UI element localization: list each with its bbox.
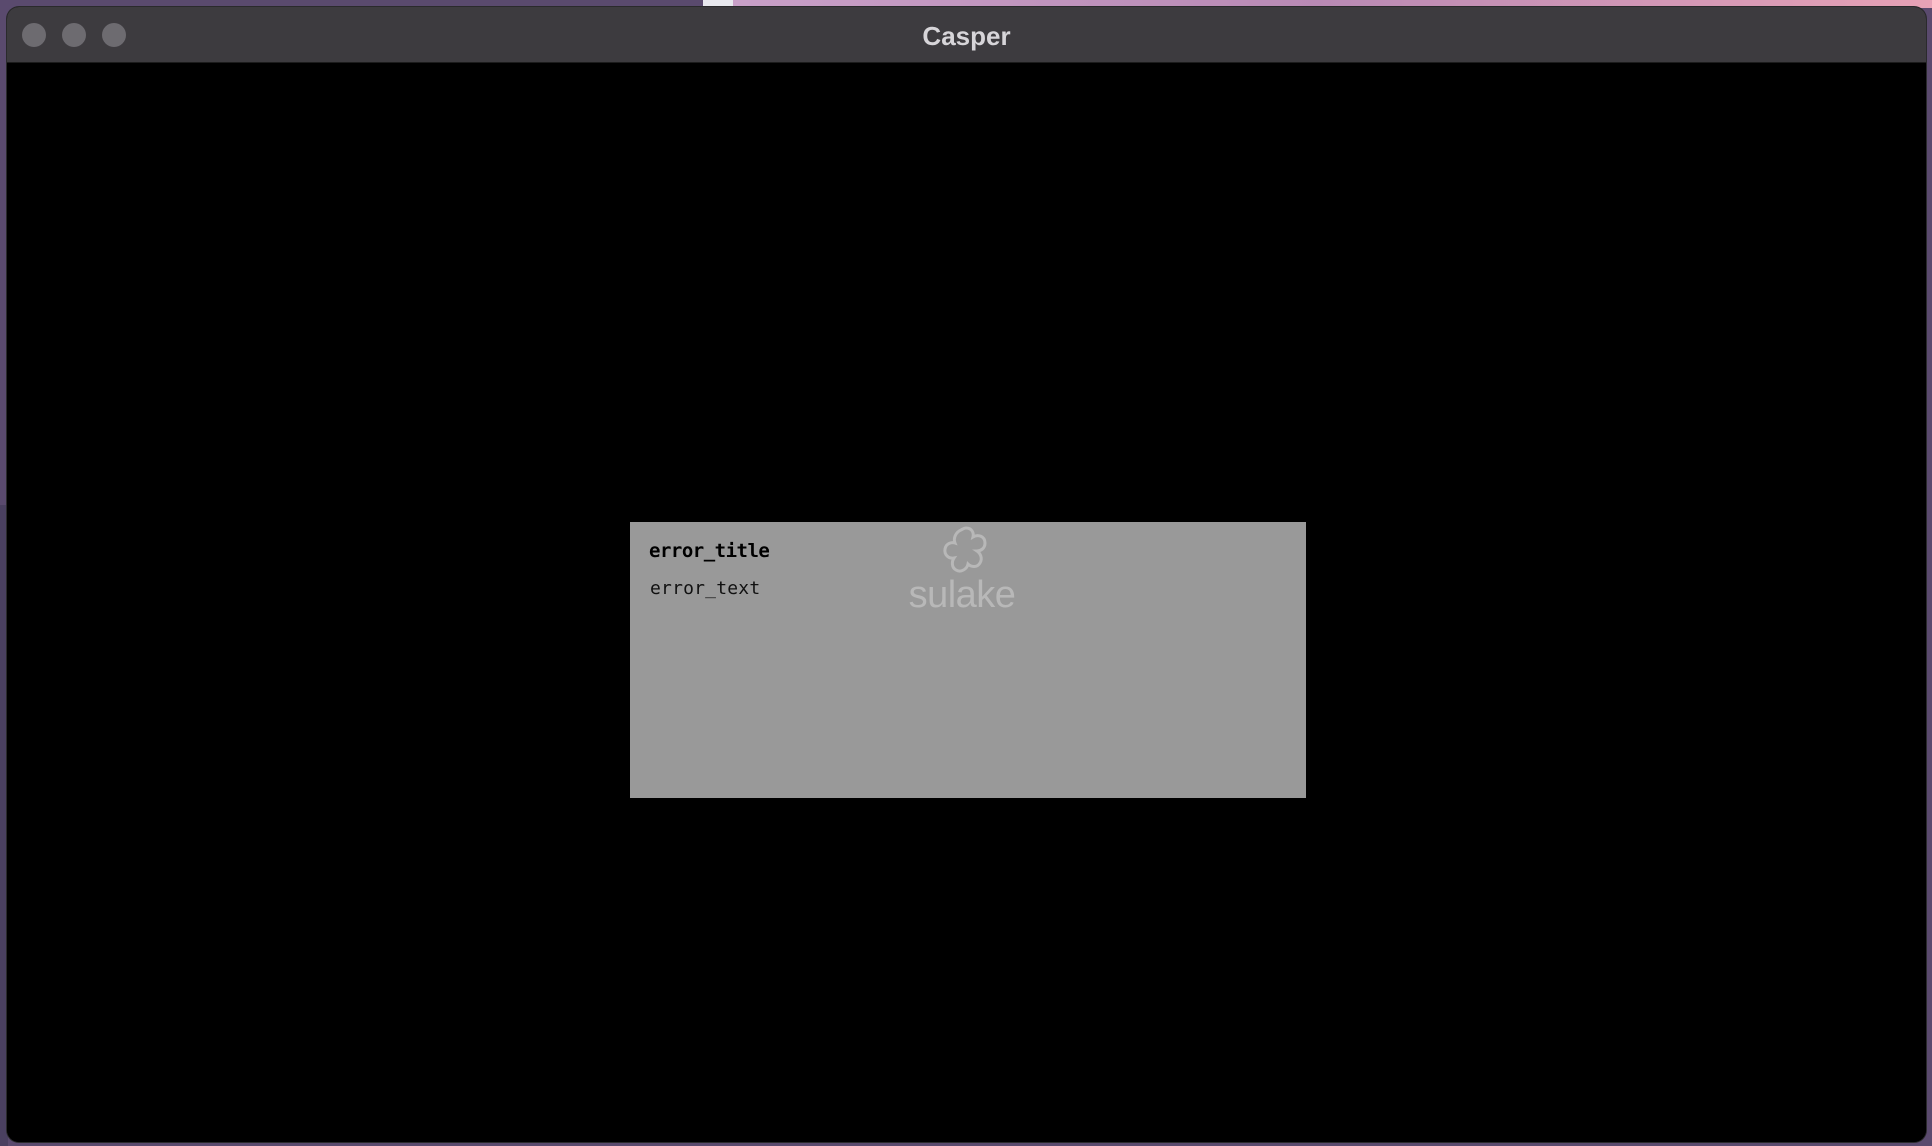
error-text: error_text [650, 578, 761, 599]
app-window: Casper sulake error_title error_text [7, 7, 1926, 1142]
sulake-logo: sulake [892, 522, 1032, 622]
window-titlebar[interactable]: Casper [7, 7, 1926, 63]
window-title: Casper [922, 21, 1011, 51]
error-dialog: sulake error_title error_text [630, 522, 1306, 798]
error-title: error_title [649, 540, 770, 562]
sulake-logo-icon [943, 526, 987, 573]
game-viewport[interactable]: sulake error_title error_text [7, 63, 1926, 1142]
sulake-logo-text: sulake [908, 574, 1016, 616]
